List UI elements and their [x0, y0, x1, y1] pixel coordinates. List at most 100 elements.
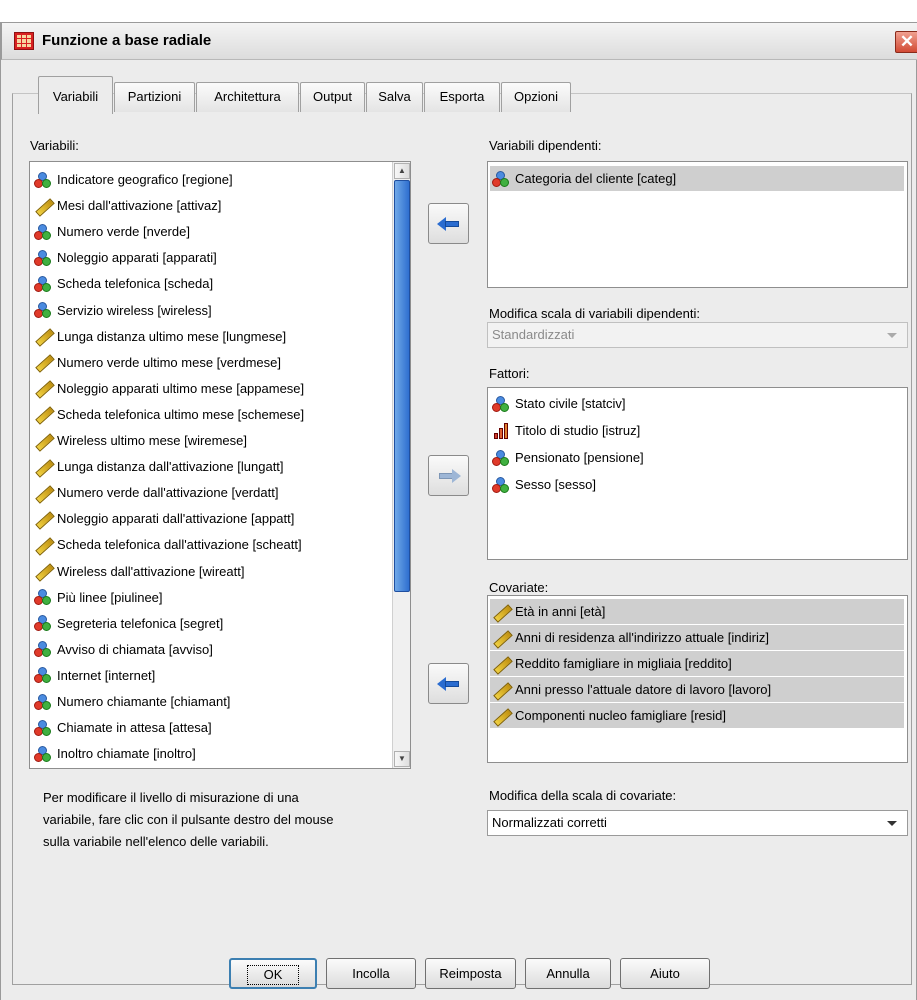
variable-item[interactable]: Numero verde ultimo mese [verdmese]	[34, 350, 384, 375]
nominal-icon	[492, 476, 510, 494]
nominal-icon	[492, 449, 510, 467]
tab-variabili[interactable]: Variabili	[38, 76, 113, 114]
variable-item-label: Noleggio apparati [apparati]	[57, 250, 217, 266]
paste-button[interactable]: Incolla	[326, 958, 416, 989]
variable-item-label: Numero verde ultimo mese [verdmese]	[57, 354, 281, 370]
variable-item[interactable]: Scheda telefonica ultimo mese [schemese]	[34, 402, 384, 427]
nominal-icon	[34, 301, 52, 319]
rescale-dependent-select[interactable]: Standardizzati	[487, 322, 908, 348]
variable-item-label: Chiamate in attesa [attesa]	[57, 720, 212, 736]
title-bar[interactable]: Funzione a base radiale ✕	[1, 22, 917, 60]
ok-button[interactable]: OK	[229, 958, 317, 989]
variable-item-label: Noleggio apparati dall'attivazione [appa…	[57, 511, 295, 527]
covariate-item[interactable]: Anni di residenza all'indirizzo attuale …	[490, 625, 904, 650]
close-button[interactable]: ✕	[895, 31, 917, 53]
factor-item[interactable]: Sesso [sesso]	[492, 472, 902, 497]
variable-item[interactable]: Chiamate in attesa [attesa]	[34, 715, 384, 740]
variable-item-label: Wireless dall'attivazione [wireatt]	[57, 563, 245, 579]
variable-item[interactable]: Segreteria telefonica [segret]	[34, 611, 384, 636]
variable-item[interactable]: Numero chiamante [chiamant]	[34, 689, 384, 714]
variable-item[interactable]: Internet [internet]	[34, 663, 384, 688]
scale-icon	[492, 629, 510, 647]
variable-item[interactable]: Avviso di chiamata [avviso]	[34, 637, 384, 662]
scale-icon	[34, 458, 52, 476]
variable-item[interactable]: Noleggio apparati dall'attivazione [appa…	[34, 506, 384, 531]
nominal-icon	[34, 588, 52, 606]
variable-item[interactable]: Noleggio apparati ultimo mese [appamese]	[34, 376, 384, 401]
tab-opzioni[interactable]: Opzioni	[501, 82, 571, 112]
variable-item[interactable]: Scheda telefonica [scheda]	[34, 271, 384, 296]
tab-output[interactable]: Output	[300, 82, 365, 112]
cancel-button[interactable]: Annulla	[525, 958, 611, 989]
nominal-icon	[34, 640, 52, 658]
move-to-dependent-button[interactable]	[428, 203, 469, 244]
variable-item[interactable]: Indicatore geografico [regione]	[34, 167, 384, 192]
variable-item-label: Lunga distanza ultimo mese [lungmese]	[57, 328, 287, 344]
move-to-factors-button[interactable]	[428, 455, 469, 496]
scale-icon	[34, 379, 52, 397]
nominal-icon	[34, 719, 52, 737]
rescale-covariates-select[interactable]: Normalizzati corretti	[487, 810, 908, 836]
variable-item-label: Più linee [piulinee]	[57, 589, 163, 605]
rescale-covariates-label: Modifica della scala di covariate:	[489, 788, 677, 803]
variable-item[interactable]: Numero verde [nverde]	[34, 219, 384, 244]
variable-item[interactable]: Scheda telefonica dall'attivazione [sche…	[34, 532, 384, 557]
scale-icon	[34, 432, 52, 450]
scale-icon	[34, 327, 52, 345]
reset-button[interactable]: Reimposta	[425, 958, 516, 989]
variable-item-label: Mesi dall'attivazione [attivaz]	[57, 198, 222, 214]
variable-item[interactable]: Servizio wireless [wireless]	[34, 298, 384, 323]
factor-item[interactable]: Stato civile [statciv]	[492, 391, 902, 416]
factor-item[interactable]: Pensionato [pensione]	[492, 445, 902, 470]
variable-item[interactable]: Inoltro chiamate [inoltro]	[34, 741, 384, 766]
dependent-listbox[interactable]: Categoria del cliente [categ]	[487, 161, 908, 288]
variables-listbox[interactable]: Indicatore geografico [regione] Mesi dall…	[29, 161, 411, 769]
factor-item[interactable]: Titolo di studio [istruz]	[492, 418, 902, 443]
scale-icon	[34, 536, 52, 554]
tab-architettura[interactable]: Architettura	[196, 82, 299, 112]
scale-icon	[492, 603, 510, 621]
tab-partizioni[interactable]: Partizioni	[114, 82, 195, 112]
rescale-dependent-label: Modifica scala di variabili dipendenti:	[489, 306, 701, 321]
ordinal-icon	[492, 422, 510, 440]
variable-item-label: Internet [internet]	[57, 667, 156, 683]
nominal-icon	[492, 170, 510, 188]
nominal-icon	[34, 171, 52, 189]
covariate-item[interactable]: Età in anni [età]	[490, 599, 904, 624]
covariates-label: Covariate:	[489, 580, 549, 595]
covariate-item-label: Componenti nucleo famigliare [resid]	[515, 708, 726, 723]
variables-scrollbar[interactable]: ▲ ▼	[392, 162, 410, 768]
covariate-item[interactable]: Reddito famigliare in migliaia [reddito]	[490, 651, 904, 676]
help-button[interactable]: Aiuto	[620, 958, 710, 989]
factors-listbox[interactable]: Stato civile [statciv] Titolo di studio […	[487, 387, 908, 560]
variable-item[interactable]: Wireless dall'attivazione [wireatt]	[34, 559, 384, 584]
scroll-down-icon[interactable]: ▼	[394, 751, 410, 767]
variable-item-label: Scheda telefonica ultimo mese [schemese]	[57, 406, 305, 422]
variable-item[interactable]: Più linee [piulinee]	[34, 585, 384, 610]
nominal-icon	[34, 666, 52, 684]
scroll-up-icon[interactable]: ▲	[394, 163, 410, 179]
hint-line-1: Per modificare il livello di misurazione…	[43, 790, 299, 805]
dependent-item-label: Categoria del cliente [categ]	[515, 171, 677, 186]
ok-label: OK	[246, 965, 300, 985]
covariate-item[interactable]: Anni presso l'attuale datore di lavoro […	[490, 677, 904, 702]
variable-item[interactable]: Lunga distanza dall'attivazione [lungatt…	[34, 454, 384, 479]
variable-item[interactable]: Noleggio apparati [apparati]	[34, 245, 384, 270]
scroll-thumb[interactable]	[394, 180, 410, 592]
scale-icon	[34, 405, 52, 423]
variable-item[interactable]: Wireless ultimo mese [wiremese]	[34, 428, 384, 453]
tab-salva[interactable]: Salva	[366, 82, 423, 112]
variable-item[interactable]: Numero verde dall'attivazione [verdatt]	[34, 480, 384, 505]
rescale-dependent-value: Standardizzati	[492, 327, 575, 342]
variable-item-label: Lunga distanza dall'attivazione [lungatt…	[57, 459, 284, 475]
factor-item-label: Pensionato [pensione]	[515, 450, 644, 465]
covariates-listbox[interactable]: Età in anni [età] Anni di residenza all'i…	[487, 595, 908, 763]
tab-esporta[interactable]: Esporta	[424, 82, 500, 112]
covariate-item[interactable]: Componenti nucleo famigliare [resid]	[490, 703, 904, 728]
variable-item[interactable]: Lunga distanza ultimo mese [lungmese]	[34, 324, 384, 349]
nominal-icon	[492, 395, 510, 413]
factor-item-label: Sesso [sesso]	[515, 477, 596, 492]
move-to-covariates-button[interactable]	[428, 663, 469, 704]
variable-item[interactable]: Mesi dall'attivazione [attivaz]	[34, 193, 384, 218]
dependent-item[interactable]: Categoria del cliente [categ]	[490, 166, 904, 191]
